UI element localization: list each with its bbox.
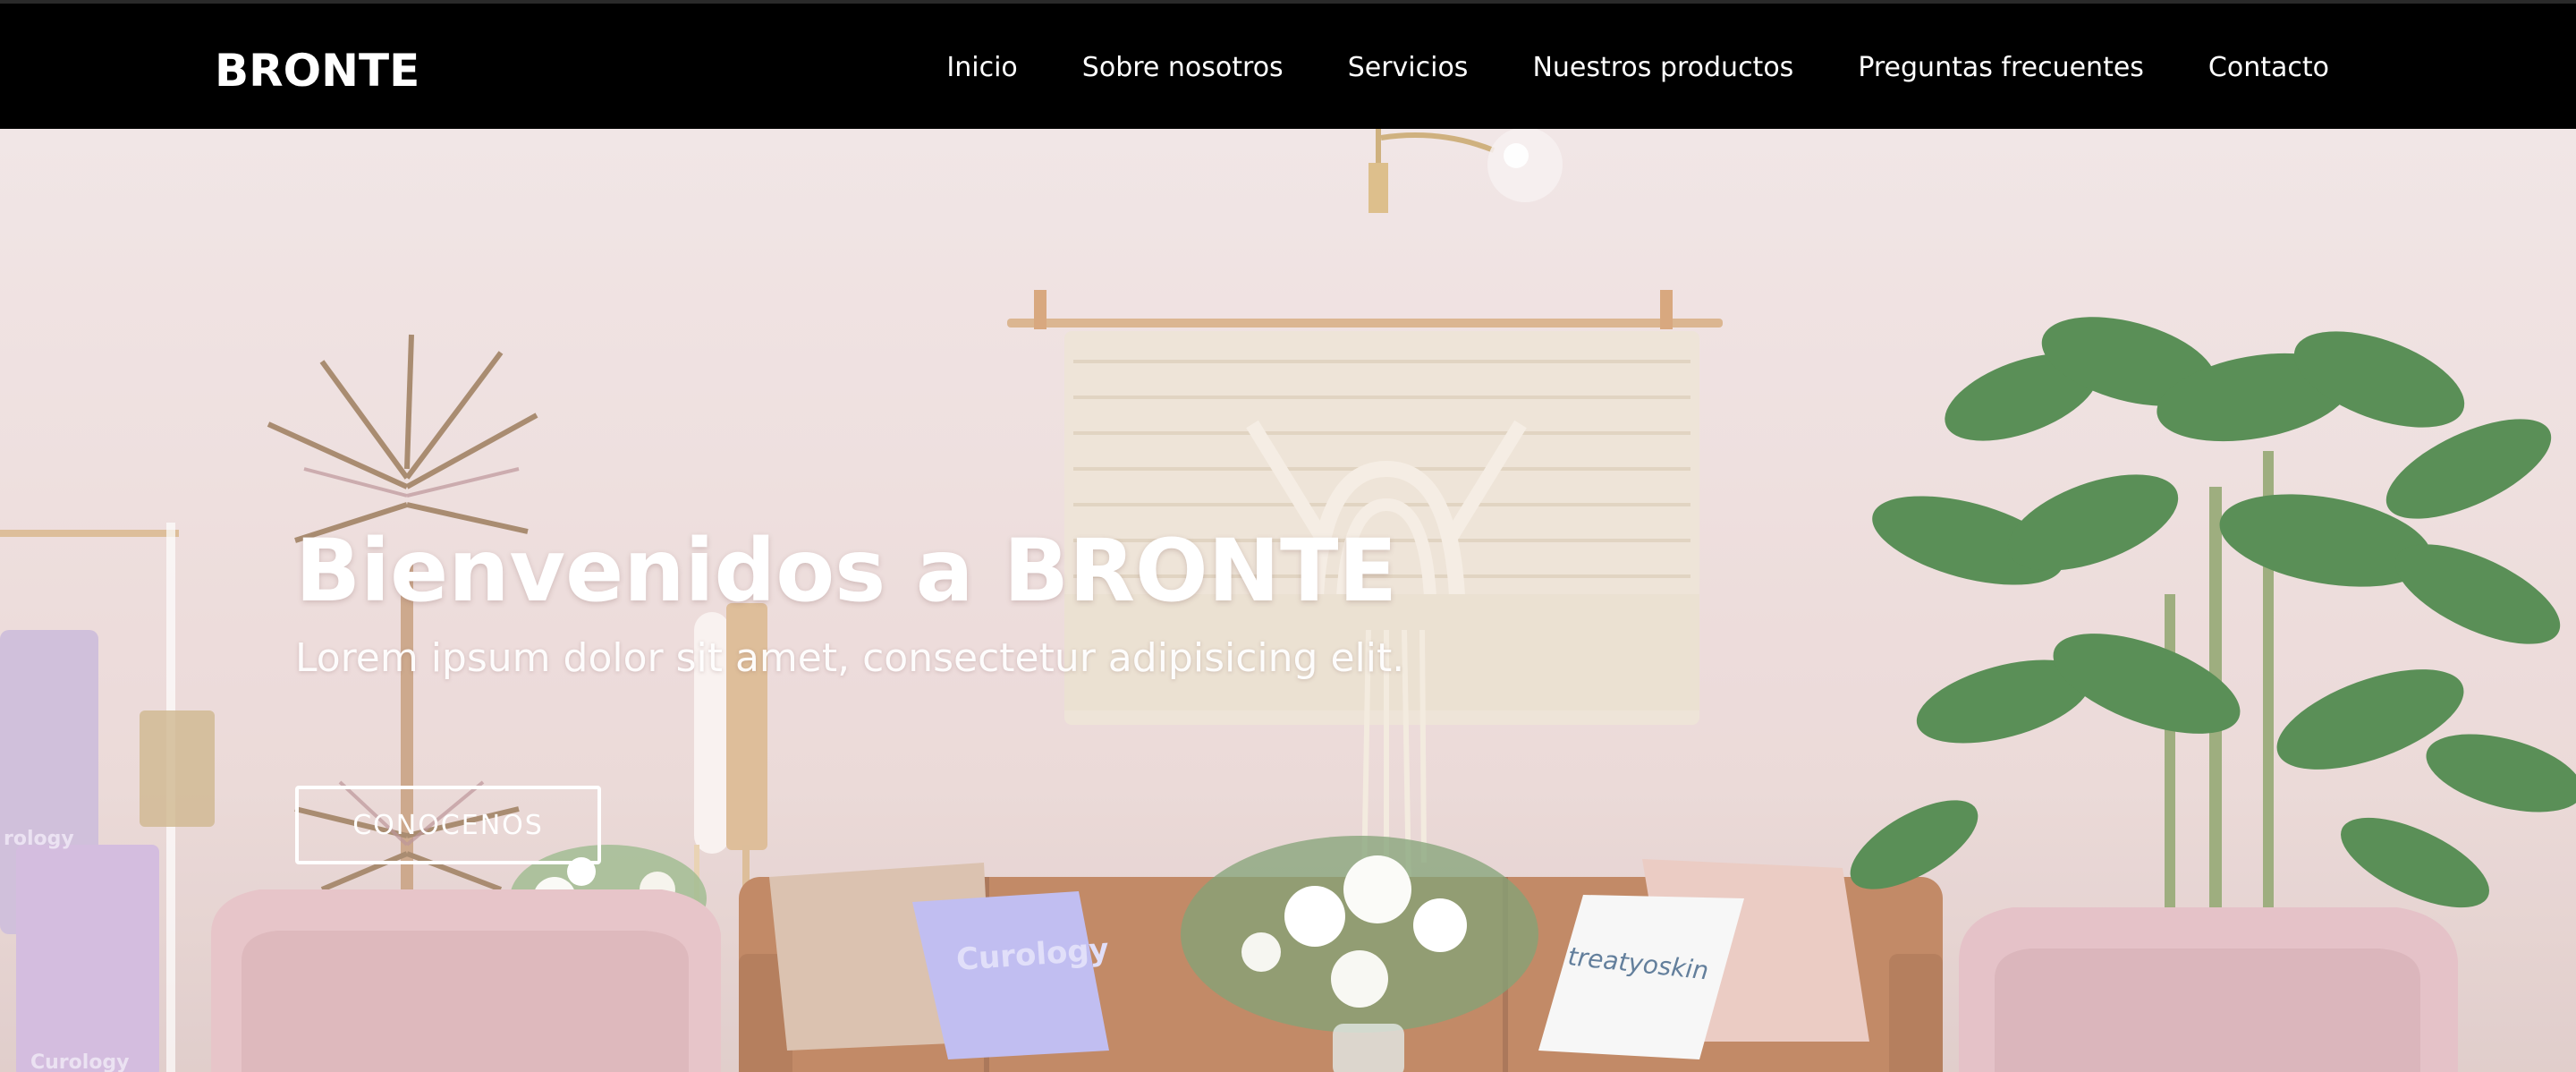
nav-item-productos: Nuestros productos xyxy=(1532,50,1793,86)
navbar: BRONTE Inicio Sobre nosotros Servicios N… xyxy=(0,0,2576,129)
nav-item-servicios: Servicios xyxy=(1348,50,1469,86)
nav-item-preguntas: Preguntas frecuentes xyxy=(1858,50,2144,86)
hero-subtitle: Lorem ipsum dolor sit amet, consectetur … xyxy=(295,635,1405,681)
nav-link-productos[interactable]: Nuestros productos xyxy=(1532,52,1793,83)
conocenos-button[interactable]: CONOCENOS xyxy=(295,786,601,864)
nav-link-preguntas[interactable]: Preguntas frecuentes xyxy=(1858,52,2144,83)
nav-item-contacto: Contacto xyxy=(2208,50,2329,86)
nav-link-contacto[interactable]: Contacto xyxy=(2208,52,2329,83)
nav-item-sobre-nosotros: Sobre nosotros xyxy=(1082,50,1284,86)
brand-logo[interactable]: BRONTE xyxy=(215,43,419,98)
hero-title: Bienvenidos a BRONTE xyxy=(295,521,1398,621)
nav-links: Inicio Sobre nosotros Servicios Nuestros… xyxy=(946,4,2329,132)
nav-item-inicio: Inicio xyxy=(946,50,1017,86)
hero-section: rology Curology Curology treatyoskin Bie… xyxy=(0,129,2576,1072)
nav-link-inicio[interactable]: Inicio xyxy=(946,52,1017,83)
hero-content: Bienvenidos a BRONTE Lorem ipsum dolor s… xyxy=(295,129,1726,1072)
nav-link-sobre-nosotros[interactable]: Sobre nosotros xyxy=(1082,52,1284,83)
nav-link-servicios[interactable]: Servicios xyxy=(1348,52,1469,83)
